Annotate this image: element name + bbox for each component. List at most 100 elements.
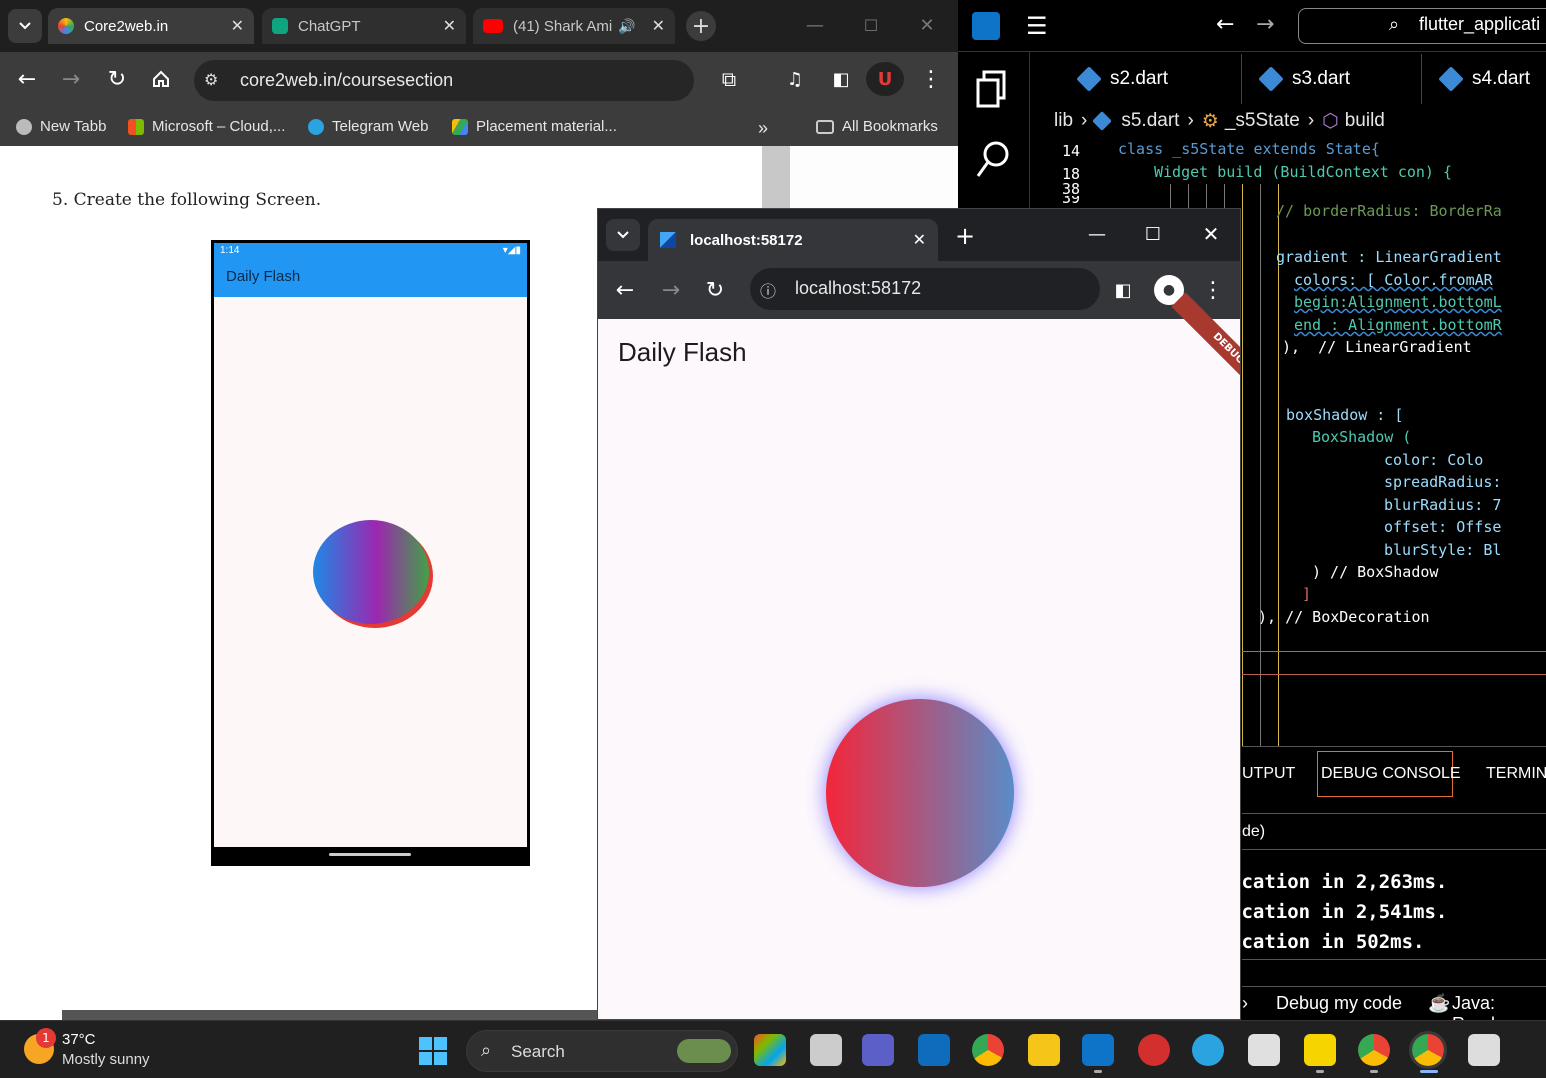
new-tab-button[interactable]: +: [950, 221, 980, 251]
explorer-icon[interactable]: [976, 70, 1010, 108]
search-icon[interactable]: [976, 140, 1010, 180]
code-line: ), // LinearGradient: [1282, 338, 1472, 356]
panel-filter-input[interactable]: de): [1242, 823, 1265, 841]
close-window-icon[interactable]: ✕: [912, 10, 942, 40]
back-arrow-icon[interactable]: ←: [610, 275, 640, 305]
chevron-right-icon: ›: [1187, 110, 1194, 131]
breadcrumb-method[interactable]: build: [1345, 110, 1385, 132]
store-icon[interactable]: [1248, 1034, 1280, 1066]
tab-label: (41) Shark Ami: [513, 17, 613, 35]
vscode-taskbar-icon[interactable]: [1082, 1034, 1114, 1066]
tab-youtube[interactable]: (41) Shark Ami 🔊 ✕: [473, 8, 675, 44]
close-icon[interactable]: ✕: [652, 16, 665, 36]
minimize-icon[interactable]: —: [1082, 219, 1112, 249]
telegram-taskbar-icon[interactable]: [1192, 1034, 1224, 1066]
chrome-active-icon[interactable]: [1409, 1031, 1447, 1069]
bookmark-label: Microsoft – Cloud,...: [152, 118, 286, 135]
taskbar-search[interactable]: ⌕ Search: [466, 1030, 738, 1072]
site-info-icon[interactable]: ⚙: [204, 70, 218, 89]
snipping-tool-icon[interactable]: [1468, 1034, 1500, 1066]
menu-dots-icon[interactable]: ⋮: [1198, 275, 1228, 305]
close-window-icon[interactable]: ✕: [1196, 219, 1226, 249]
task-view-icon[interactable]: [810, 1034, 842, 1066]
close-icon[interactable]: ✕: [913, 230, 926, 250]
line-number: 38: [1062, 180, 1081, 194]
bookmark-all-bookmarks[interactable]: All Bookmarks: [816, 118, 938, 135]
tab-label: ChatGPT: [298, 17, 361, 35]
forward-arrow-icon[interactable]: →: [656, 275, 686, 305]
status-java[interactable]: Java: Ready: [1452, 993, 1546, 1020]
speaker-icon[interactable]: 🔊: [618, 18, 635, 35]
panel-tab-terminal[interactable]: TERMINA: [1486, 765, 1546, 783]
forward-arrow-icon[interactable]: →: [56, 64, 86, 94]
task-heading: 5. Create the following Screen.: [52, 190, 322, 210]
maximize-icon[interactable]: ☐: [856, 10, 886, 40]
back-arrow-icon[interactable]: ←: [1216, 12, 1234, 37]
extension-u-icon[interactable]: U: [866, 62, 904, 96]
sticky-notes-icon[interactable]: [1304, 1034, 1336, 1066]
bookmark-placement[interactable]: Placement material...: [452, 118, 617, 135]
address-bar-url[interactable]: localhost:58172: [795, 278, 921, 299]
minimize-icon[interactable]: —: [800, 10, 830, 40]
mail-icon[interactable]: [918, 1034, 950, 1066]
menu-dots-icon[interactable]: ⋮: [916, 64, 946, 94]
dart-file-icon: [1076, 66, 1102, 92]
tab-localhost[interactable]: localhost:58172 ✕: [648, 219, 938, 261]
breadcrumb-file[interactable]: s5.dart: [1121, 110, 1179, 132]
notification-badge: 1: [36, 1028, 56, 1048]
file-explorer-icon[interactable]: [1028, 1034, 1060, 1066]
chevron-right-icon: ›: [1081, 110, 1088, 131]
extensions-icon[interactable]: ⧉: [714, 64, 744, 94]
editor-tab-s2[interactable]: s2.dart: [1060, 54, 1242, 104]
side-panel-icon[interactable]: ◧: [1108, 275, 1138, 305]
bookmark-telegram[interactable]: Telegram Web: [308, 118, 428, 135]
forward-arrow-icon[interactable]: →: [1256, 12, 1274, 37]
tab-search-button[interactable]: [8, 9, 42, 43]
status-debug[interactable]: Debug my code: [1276, 993, 1402, 1014]
close-icon[interactable]: ✕: [443, 16, 456, 36]
maximize-icon[interactable]: ☐: [1138, 219, 1168, 249]
tab-label: Core2web.in: [84, 17, 169, 35]
wps-office-icon[interactable]: [1138, 1034, 1170, 1066]
command-center-search[interactable]: ⌕ flutter_applicati: [1298, 8, 1546, 44]
panel-tab-output[interactable]: UTPUT: [1242, 765, 1295, 783]
reload-icon[interactable]: ↻: [102, 64, 132, 94]
indent-guide: [1260, 184, 1261, 746]
core2web-favicon-icon: [58, 18, 74, 34]
hamburger-menu-icon[interactable]: ☰: [1026, 12, 1048, 40]
close-icon[interactable]: ✕: [231, 16, 244, 36]
new-tab-button[interactable]: +: [686, 11, 716, 41]
info-icon[interactable]: ⓘ: [760, 278, 776, 302]
breadcrumb-lib[interactable]: lib: [1054, 110, 1073, 132]
back-arrow-icon[interactable]: ←: [12, 64, 42, 94]
media-control-icon[interactable]: ♫: [780, 64, 810, 94]
weather-temperature[interactable]: 37°C: [62, 1031, 96, 1048]
copilot-icon[interactable]: [754, 1034, 786, 1066]
running-indicator: [1370, 1070, 1378, 1073]
more-bookmarks-chevron-icon[interactable]: »: [758, 118, 768, 139]
address-bar-url[interactable]: core2web.in/coursesection: [240, 70, 453, 91]
side-panel-icon[interactable]: ◧: [826, 64, 856, 94]
windows-start-icon[interactable]: [418, 1036, 448, 1066]
tab-search-button[interactable]: [606, 219, 640, 251]
weather-description[interactable]: Mostly sunny: [62, 1051, 150, 1068]
chrome-profile-icon[interactable]: [1358, 1034, 1390, 1066]
home-icon[interactable]: [146, 64, 176, 94]
divider: [1242, 849, 1546, 850]
tab-label: localhost:58172: [690, 231, 803, 249]
tab-core2web[interactable]: Core2web.in ✕: [48, 8, 254, 44]
chrome-icon[interactable]: [972, 1034, 1004, 1066]
phone-home-indicator: [329, 853, 411, 856]
editor-tab-s3[interactable]: s3.dart: [1242, 54, 1422, 104]
horizontal-scrollbar[interactable]: [62, 1010, 602, 1020]
indent-guide: [1278, 184, 1279, 746]
youtube-favicon-icon: [483, 19, 503, 33]
reload-icon[interactable]: ↻: [700, 275, 730, 305]
bookmark-new-tabb[interactable]: New Tabb: [16, 118, 106, 135]
teams-icon[interactable]: [862, 1034, 894, 1066]
tab-label: s3.dart: [1292, 68, 1351, 89]
bookmark-microsoft[interactable]: Microsoft – Cloud,...: [128, 118, 285, 135]
editor-tab-s4[interactable]: s4.dart: [1422, 54, 1546, 104]
tab-chatgpt[interactable]: ChatGPT ✕: [262, 8, 466, 44]
breadcrumb-class[interactable]: _s5State: [1225, 110, 1300, 132]
